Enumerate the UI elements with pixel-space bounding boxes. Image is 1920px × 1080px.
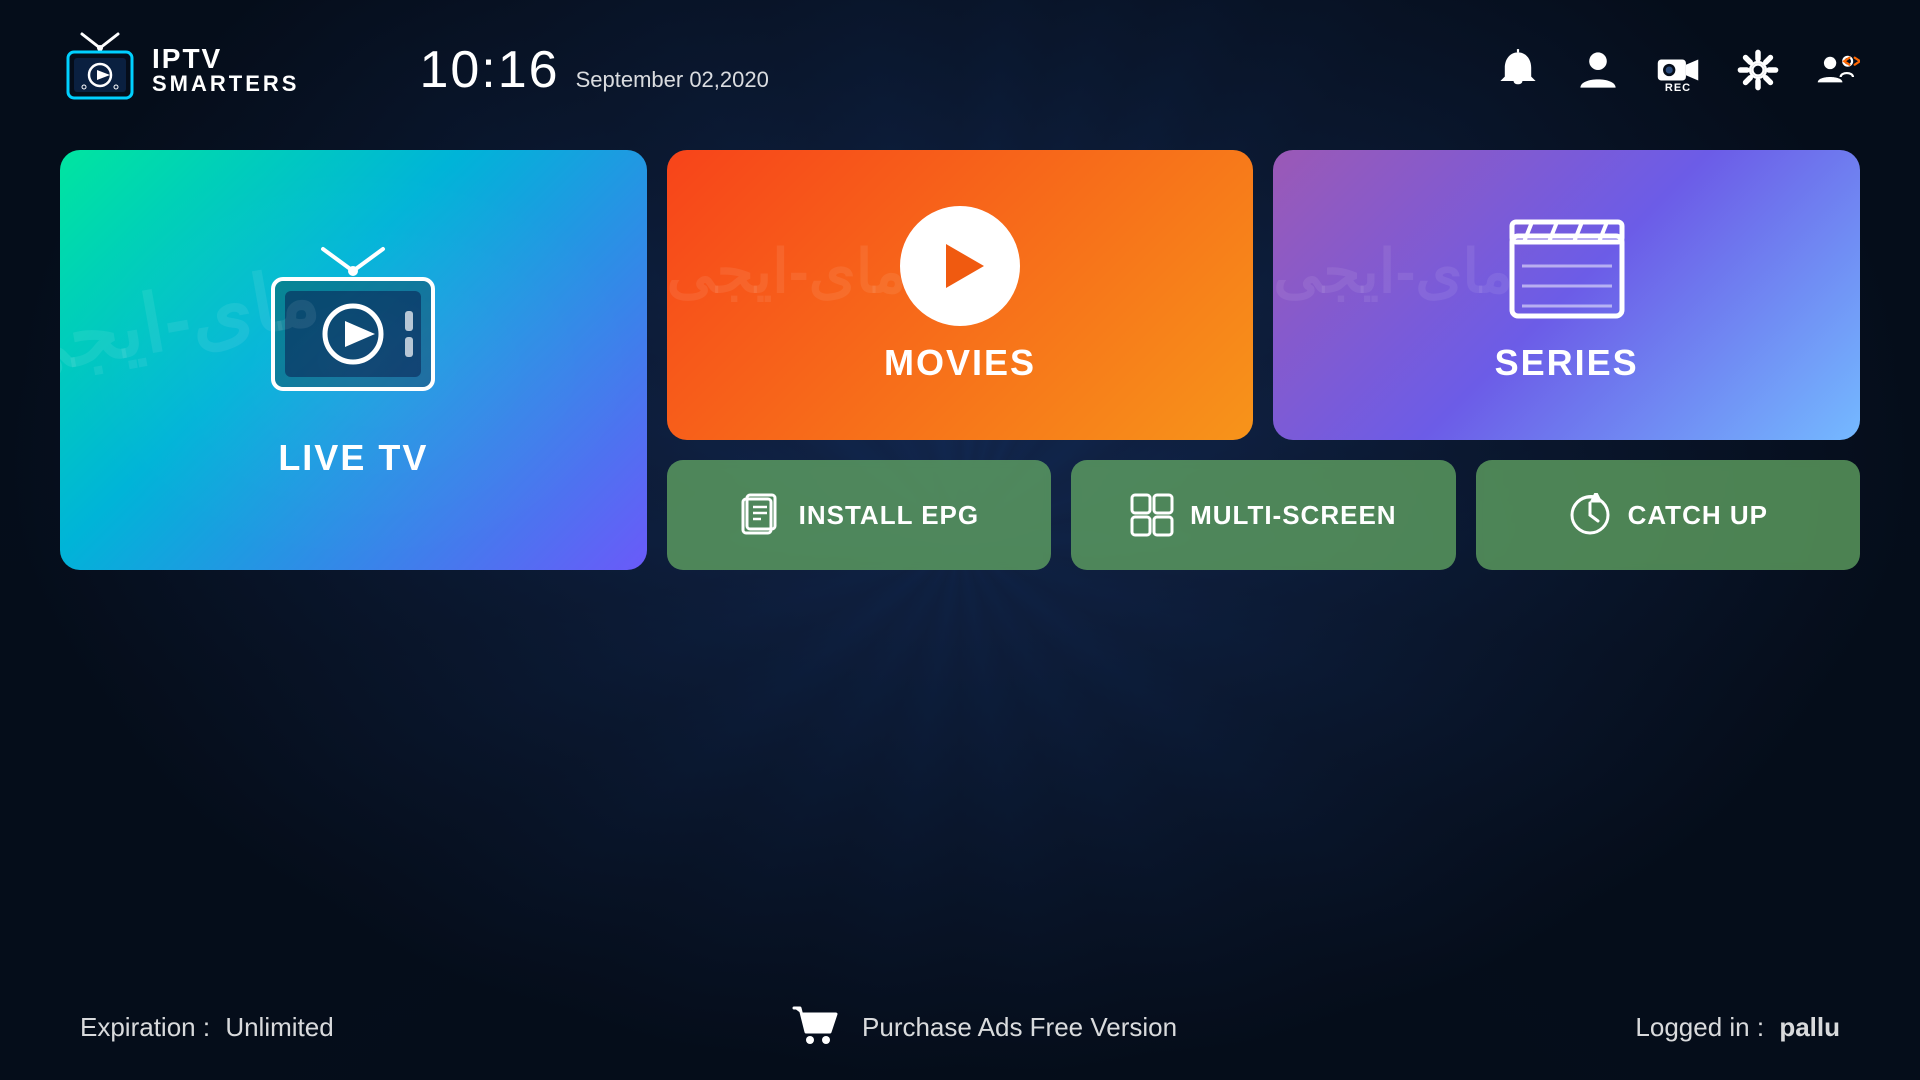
logo: IPTV SMARTERS (60, 30, 299, 110)
user-icon[interactable] (1576, 48, 1620, 92)
movies-card[interactable]: مای-ایجی MOVIES (667, 150, 1254, 440)
multi-screen-label: MULTI-SCREEN (1190, 500, 1397, 531)
movies-play-button (900, 206, 1020, 326)
footer: Expiration : Unlimited Purchase Ads Free… (0, 1004, 1920, 1050)
watermark-arabic: مای-ایجی (60, 249, 326, 396)
movies-label: MOVIES (884, 342, 1036, 384)
header: IPTV SMARTERS 10:16 September 02,2020 (0, 0, 1920, 140)
series-card[interactable]: مای-ایجی SERIES (1273, 150, 1860, 440)
catch-up-icon (1568, 493, 1612, 537)
watermark-series: مای-ایجی (1273, 237, 1512, 307)
expiry-label: Expiration : Unlimited (80, 1012, 334, 1042)
purchase-button[interactable]: Purchase Ads Free Version (792, 1004, 1177, 1050)
install-epg-label: INSTALL EPG (799, 500, 980, 531)
catch-up-label: CATCH UP (1628, 500, 1768, 531)
bell-icon[interactable] (1496, 48, 1540, 92)
purchase-label[interactable]: Purchase Ads Free Version (862, 1012, 1177, 1043)
logged-in-info: Logged in : pallu (1635, 1012, 1840, 1043)
time-area: 10:16 September 02,2020 (419, 40, 768, 100)
install-epg-card[interactable]: INSTALL EPG (667, 460, 1051, 570)
catch-up-card[interactable]: CATCH UP (1476, 460, 1860, 570)
date-display: September 02,2020 (576, 67, 769, 93)
multi-screen-card[interactable]: MULTI-SCREEN (1071, 460, 1455, 570)
logged-in-user: pallu (1779, 1012, 1840, 1042)
rec-label: REC (1665, 82, 1691, 94)
live-tv-card[interactable]: مای-ایجی LIVE TV (60, 150, 647, 570)
multi-screen-icon (1130, 493, 1174, 537)
live-tv-label: LIVE TV (278, 437, 428, 479)
install-epg-icon (739, 493, 783, 537)
logo-iptv-label: IPTV (152, 45, 299, 73)
rec-icon[interactable]: REC (1656, 48, 1700, 92)
header-icons: REC (1496, 48, 1860, 92)
watermark-movies: مای-ایجی (667, 237, 906, 307)
live-tv-icon (253, 241, 453, 421)
main-grid: مای-ایجی LIVE TV مای-ایجی (0, 150, 1920, 570)
switch-user-icon[interactable] (1816, 48, 1860, 92)
settings-icon[interactable] (1736, 48, 1780, 92)
logo-smarters-label: SMARTERS (152, 73, 299, 95)
series-label: SERIES (1495, 342, 1639, 384)
bottom-row: INSTALL EPG MULTI-SCREEN (667, 460, 1860, 570)
cart-icon (792, 1004, 842, 1050)
logo-text: IPTV SMARTERS (152, 45, 299, 95)
series-clapper-icon (1502, 206, 1632, 326)
expiry-info: Expiration : Unlimited (80, 1012, 334, 1043)
logo-tv-icon (60, 30, 140, 110)
time-display: 10:16 (419, 40, 559, 100)
